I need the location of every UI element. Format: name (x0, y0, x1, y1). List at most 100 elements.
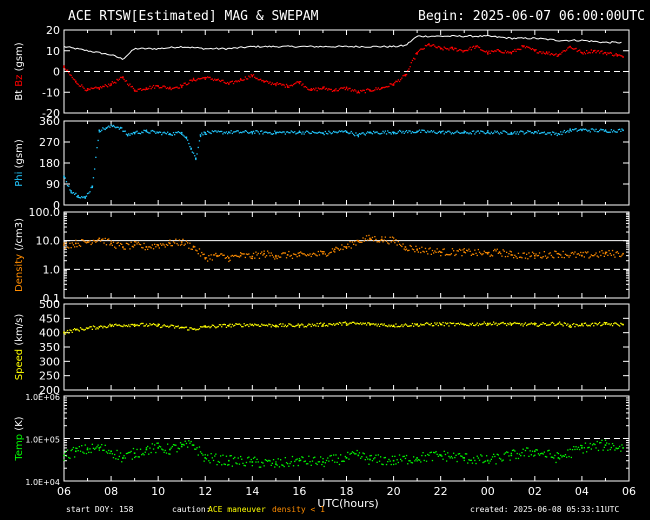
data-point-phi (318, 131, 321, 133)
data-point-speed (305, 326, 308, 328)
data-point-speed (534, 322, 536, 324)
data-point-speed (331, 324, 334, 326)
data-point-phi (136, 130, 138, 132)
data-point-bz (208, 76, 210, 79)
data-point-temp (597, 449, 600, 452)
data-point-speed (413, 325, 415, 327)
data-point-temp (167, 443, 169, 445)
data-point-phi (607, 131, 609, 133)
data-point-speed (198, 328, 201, 330)
data-point-temp (602, 449, 604, 451)
data-point-density (232, 255, 235, 257)
data-point-temp (291, 455, 294, 458)
data-point-phi (323, 133, 325, 136)
y-axis-label-part: (km/s) (14, 314, 25, 349)
data-point-temp (64, 451, 66, 453)
data-point-temp (85, 452, 88, 455)
data-point-temp (79, 450, 82, 452)
data-point-temp (382, 463, 384, 466)
data-point-density (177, 244, 179, 246)
data-point-density (358, 241, 361, 243)
data-point-phi (594, 130, 596, 132)
data-point-temp (77, 450, 79, 452)
series-speed (63, 321, 624, 335)
data-point-phi (139, 133, 142, 135)
data-point-phi (554, 133, 556, 135)
data-point-temp (165, 452, 168, 454)
data-point-bz (470, 49, 472, 51)
data-point-density (518, 256, 521, 258)
data-point-phi (422, 129, 424, 131)
data-point-speed (378, 325, 381, 327)
data-point-phi (208, 131, 210, 133)
data-point-bz (248, 75, 250, 77)
data-point-phi (390, 133, 392, 135)
data-point-temp (574, 448, 576, 451)
data-point-phi (436, 132, 438, 135)
data-point-density (530, 255, 532, 257)
data-point-density (363, 240, 365, 242)
data-point-phi (483, 132, 485, 134)
data-point-bz (275, 83, 277, 85)
data-point-density (599, 251, 601, 253)
data-point-bz (583, 51, 585, 53)
data-point-bz (421, 48, 423, 50)
data-point-temp (563, 455, 565, 457)
data-point-bz (457, 49, 459, 52)
data-point-phi (124, 130, 126, 132)
data-point-speed (70, 329, 72, 332)
data-point-temp (65, 455, 68, 457)
data-point-bz (76, 82, 78, 85)
data-point-phi (568, 131, 570, 133)
data-point-density (494, 248, 496, 251)
data-point-temp (390, 463, 392, 466)
data-point-density (181, 243, 183, 245)
data-point-temp (260, 466, 262, 468)
data-point-temp (149, 447, 151, 449)
data-point-speed (469, 323, 471, 325)
data-point-temp (334, 461, 336, 463)
data-point-speed (314, 324, 316, 326)
data-point-density (331, 248, 334, 250)
data-point-speed (376, 325, 378, 327)
data-point-bz (396, 80, 398, 83)
data-point-density (513, 257, 515, 259)
data-point-density (92, 239, 95, 242)
data-point-temp (500, 458, 502, 460)
data-point-density (601, 250, 603, 252)
data-point-density (582, 251, 584, 254)
data-point-density (112, 241, 115, 243)
data-point-speed (127, 325, 129, 328)
data-point-bz (584, 53, 587, 55)
data-point-temp (95, 447, 97, 449)
data-point-bz (619, 54, 621, 56)
data-point-density (391, 236, 394, 238)
data-point-phi (105, 127, 108, 129)
data-point-density (210, 254, 212, 256)
data-point-speed (401, 324, 403, 326)
data-point-phi (484, 133, 487, 135)
data-point-temp (535, 449, 537, 451)
data-point-phi (595, 128, 597, 130)
data-point-phi (248, 132, 250, 134)
data-point-phi (411, 131, 414, 133)
data-point-speed (105, 326, 108, 329)
data-point-density (188, 247, 190, 249)
data-point-speed (576, 324, 578, 326)
data-point-speed (329, 323, 331, 325)
data-point-temp (268, 459, 270, 462)
data-point-bz (102, 85, 104, 87)
data-point-density (514, 254, 516, 256)
data-point-density (534, 254, 536, 257)
y-axis-label-part: Temp (14, 434, 25, 462)
data-point-speed (467, 324, 469, 326)
data-point-temp (316, 463, 318, 466)
data-point-bz (211, 78, 213, 80)
data-point-speed (431, 325, 434, 327)
data-point-temp (139, 448, 142, 450)
data-point-bz (541, 52, 543, 55)
data-point-bz (423, 47, 425, 50)
data-point-density (377, 241, 379, 243)
data-point-phi (403, 132, 405, 134)
data-point-density (606, 251, 608, 253)
